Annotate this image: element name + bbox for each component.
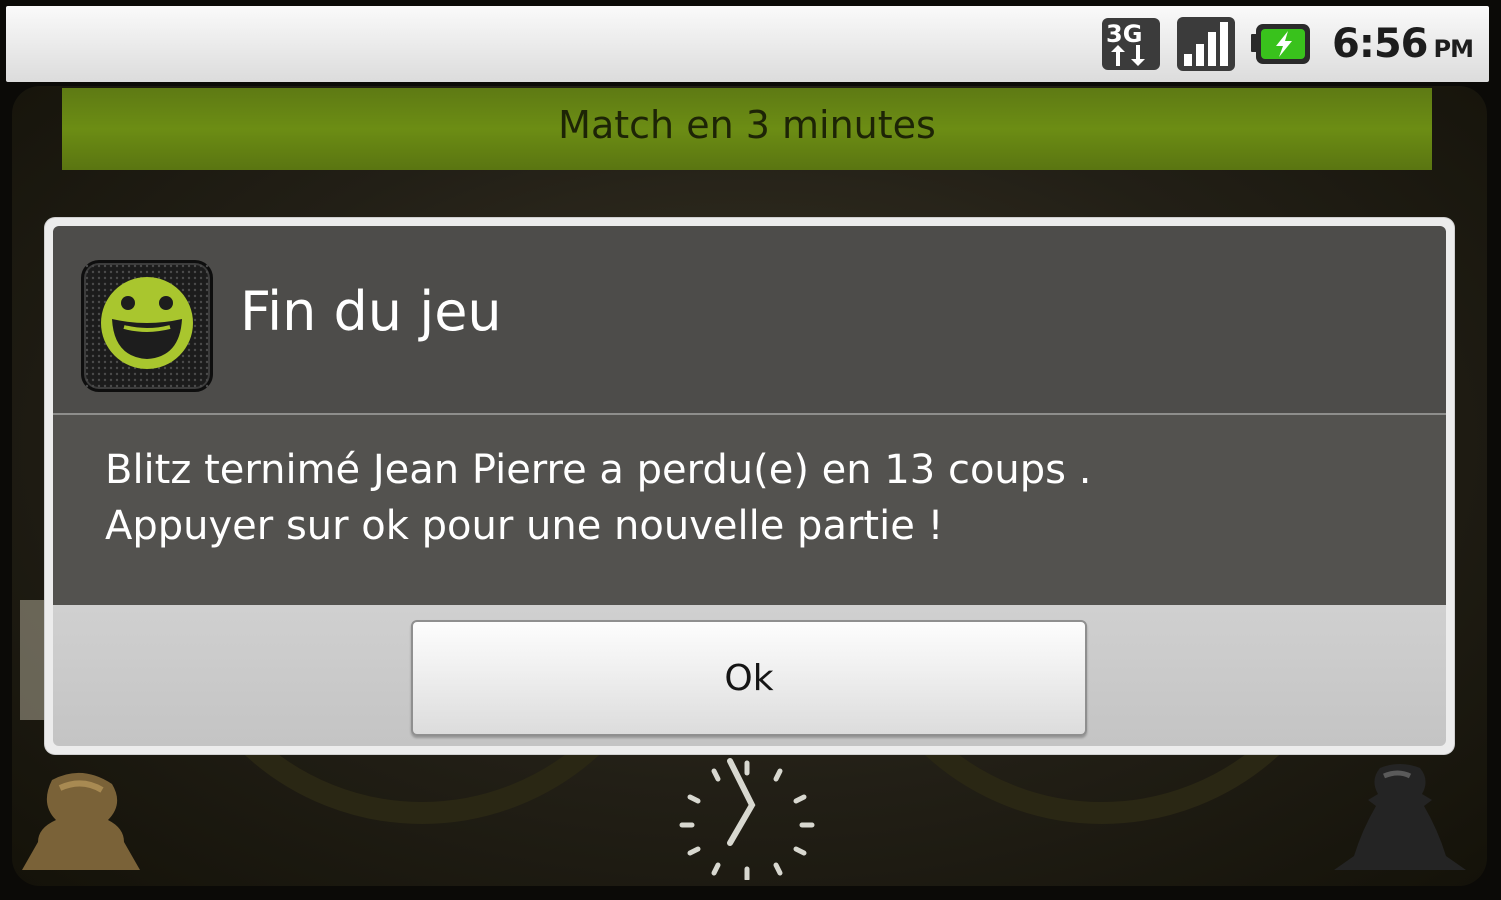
match-banner: Match en 3 minutes [62, 88, 1432, 170]
status-time-value: 6:56 [1332, 21, 1428, 67]
ok-button[interactable]: Ok [411, 620, 1087, 736]
3g-data-icon: 3G [1102, 18, 1161, 70]
battery-charging-icon [1251, 24, 1311, 64]
dialog-message-line: Blitz ternimé Jean Pierre a perdu(e) en … [105, 447, 1092, 493]
status-clock: 6:56 PM [1332, 21, 1474, 67]
status-time-ampm: PM [1433, 35, 1474, 63]
status-icons: 3G 6:56 PM [1100, 6, 1474, 82]
smiley-app-icon [81, 260, 213, 392]
black-pawn-icon [1334, 764, 1466, 870]
white-pawn-icon [22, 772, 140, 870]
svg-text:3G: 3G [1106, 20, 1142, 48]
dialog-title: Fin du jeu [240, 280, 502, 343]
dialog-message: Blitz ternimé Jean Pierre a perdu(e) en … [105, 442, 1405, 554]
game-over-dialog: Fin du jeu Blitz ternimé Jean Pierre a p… [45, 218, 1454, 754]
status-bar: 3G 6:56 PM [6, 6, 1489, 82]
match-title: Match en 3 minutes [558, 103, 936, 147]
clock-face-icon [679, 758, 815, 880]
dialog-message-line: Appuyer sur ok pour une nouvelle partie … [105, 503, 944, 549]
ok-button-label: Ok [724, 657, 774, 699]
signal-strength-icon [1177, 17, 1236, 71]
screen: 3G 6:56 PM Match en 3 minutes Fin du jeu… [0, 0, 1501, 900]
